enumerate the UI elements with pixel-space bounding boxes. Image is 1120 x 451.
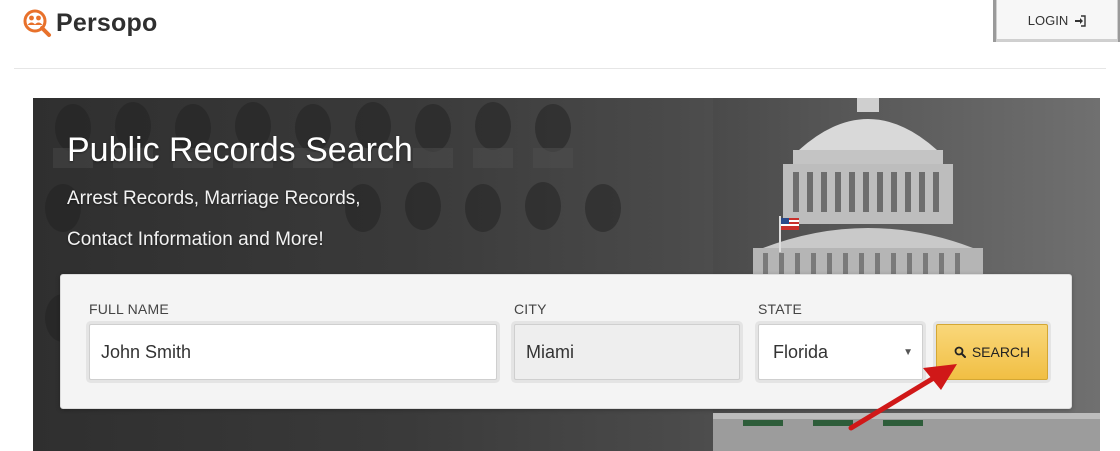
search-button-label: SEARCH xyxy=(971,344,1031,360)
hero-title: Public Records Search xyxy=(67,131,413,169)
login-button[interactable]: LOGIN xyxy=(996,0,1118,42)
magnifier-people-icon xyxy=(23,9,51,37)
full-name-label: FULL NAME xyxy=(89,301,169,317)
full-name-input[interactable] xyxy=(89,324,497,380)
search-icon xyxy=(954,346,966,358)
state-selected-value: Florida xyxy=(773,341,829,362)
chevron-down-icon: ▼ xyxy=(903,347,913,358)
site-header: Persopo LOGIN xyxy=(0,0,1120,64)
red-pointer-arrow xyxy=(848,364,957,431)
header-divider xyxy=(14,68,1106,69)
state-label: STATE xyxy=(758,301,803,317)
hero-subtitle-line1: Arrest Records, Marriage Records, xyxy=(67,188,361,209)
login-label: LOGIN xyxy=(1027,13,1069,28)
sign-in-icon xyxy=(1075,14,1086,27)
brand-logo[interactable]: Persopo xyxy=(22,8,157,38)
hero-subtitle-line2: Contact Information and More! xyxy=(67,229,324,250)
city-label: CITY xyxy=(514,301,547,317)
brand-name: Persopo xyxy=(56,8,158,37)
city-input[interactable] xyxy=(514,324,740,380)
